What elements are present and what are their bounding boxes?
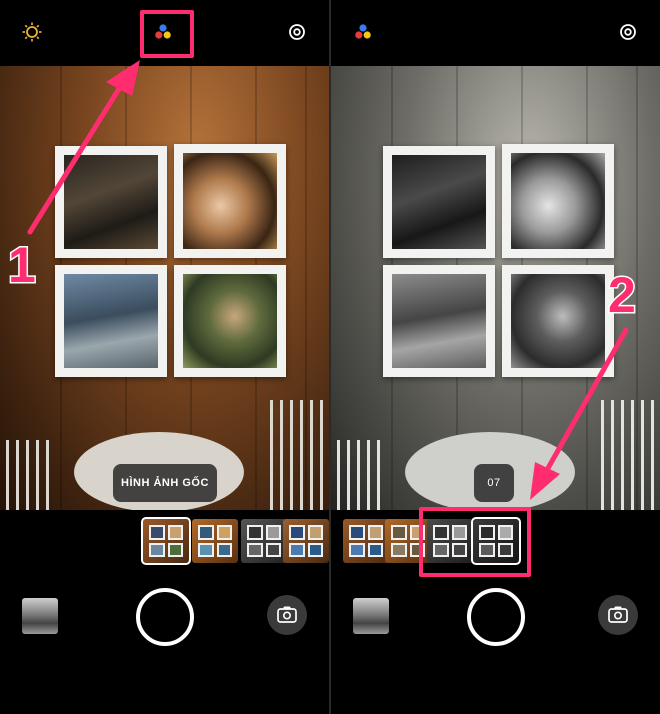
sun-icon[interactable] (22, 22, 42, 42)
flip-camera-icon (277, 606, 297, 623)
wall-photo (174, 144, 286, 258)
flip-camera-button[interactable] (598, 595, 638, 635)
top-toolbar (0, 0, 329, 66)
camera-screen-filtered: 07 (331, 0, 660, 714)
step-number-1: 1 (7, 237, 38, 293)
filter-thumb[interactable] (343, 519, 389, 563)
bottom-controls (331, 570, 660, 714)
bottom-controls (0, 570, 329, 714)
filter-thumb-original[interactable] (141, 517, 191, 565)
gallery-thumbnail[interactable] (353, 598, 389, 634)
filter-thumb[interactable] (385, 519, 431, 563)
camera-screen-original: HÌNH ẢNH GỐC (0, 0, 329, 714)
wall-photo (383, 146, 495, 258)
wall-photo (55, 146, 167, 258)
gallery-thumbnail[interactable] (22, 598, 58, 634)
filter-thumb-07-selected[interactable] (471, 517, 521, 565)
shutter-button[interactable] (467, 588, 525, 646)
shutter-button[interactable] (136, 588, 194, 646)
filter-thumb[interactable] (427, 519, 473, 563)
filter-strip (0, 510, 329, 570)
wall-photo (502, 144, 614, 258)
wall-photo (174, 265, 286, 377)
filter-thumb-mono[interactable] (241, 519, 287, 563)
settings-icon[interactable] (618, 22, 638, 42)
filter-dots-icon[interactable] (153, 22, 173, 42)
wall-photo (55, 265, 167, 377)
filter-name-label: 07 (474, 464, 514, 502)
filter-strip (331, 510, 660, 570)
top-toolbar (331, 0, 660, 66)
flip-camera-icon (608, 606, 628, 623)
wall-photo (502, 265, 614, 377)
flip-camera-button[interactable] (267, 595, 307, 635)
filter-thumb-cool[interactable] (283, 519, 329, 563)
filter-dots-icon[interactable] (353, 22, 373, 42)
settings-icon[interactable] (287, 22, 307, 42)
camera-viewfinder[interactable] (0, 66, 329, 510)
wall-photo (383, 265, 495, 377)
filter-name-label: HÌNH ẢNH GỐC (113, 464, 217, 502)
step-number-2: 2 (607, 267, 638, 323)
filter-thumb-warm[interactable] (192, 519, 238, 563)
